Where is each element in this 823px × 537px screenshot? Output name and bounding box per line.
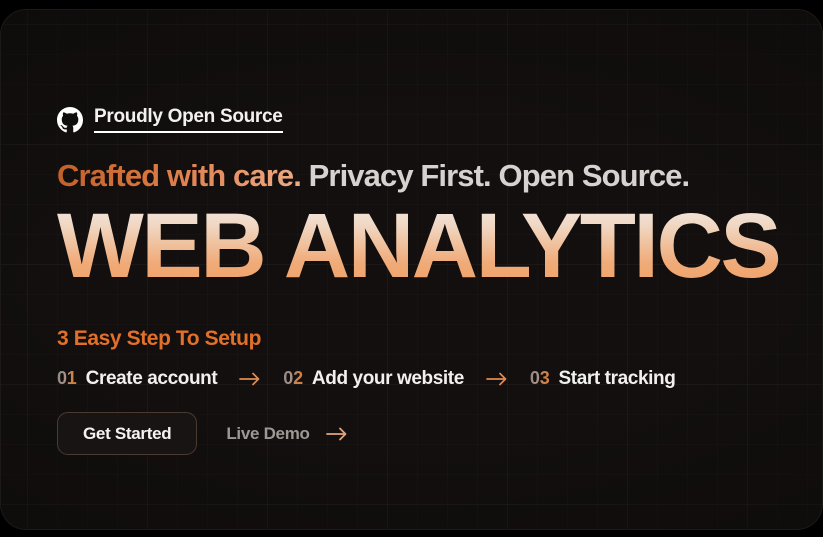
arrow-right-icon xyxy=(486,372,508,386)
cta-row: Get Started Live Demo xyxy=(57,412,348,455)
setup-step-1-number: 01 xyxy=(57,368,77,388)
setup-step-1-label: Create account xyxy=(85,368,218,389)
hero-panel: Proudly Open Source Crafted with care. P… xyxy=(0,9,823,530)
hero-tagline-plain: Privacy First. Open Source. xyxy=(300,158,690,193)
arrow-right-icon xyxy=(239,372,261,386)
hero-tagline: Crafted with care. Privacy First. Open S… xyxy=(57,157,690,196)
setup-step-2-number: 02 xyxy=(283,368,303,388)
get-started-button[interactable]: Get Started xyxy=(57,412,198,455)
hero-wordmark: WEB ANALYTICS xyxy=(57,195,782,297)
live-demo-button[interactable]: Live Demo xyxy=(226,412,347,455)
setup-step-3-label: Start tracking xyxy=(558,368,676,389)
live-demo-label: Live Demo xyxy=(226,423,310,443)
hero-tagline-accent: Crafted with care. xyxy=(57,158,302,193)
steps-heading: 3 Easy Step To Setup xyxy=(57,327,261,350)
arrow-right-icon xyxy=(325,427,348,441)
open-source-badge[interactable]: Proudly Open Source xyxy=(57,106,283,133)
setup-step-3-number: 03 xyxy=(529,368,550,388)
github-icon xyxy=(57,107,83,133)
setup-step-1: 01 Create account xyxy=(57,368,218,390)
setup-step-2: 02 Add your website xyxy=(283,368,464,390)
setup-step-3: 03 Start tracking xyxy=(530,368,676,390)
open-source-badge-label: Proudly Open Source xyxy=(94,106,283,133)
hero-screen: Proudly Open Source Crafted with care. P… xyxy=(0,0,823,537)
setup-step-2-label: Add your website xyxy=(311,368,464,389)
setup-steps-list: 01 Create account 02 Add your website 03… xyxy=(57,368,676,390)
